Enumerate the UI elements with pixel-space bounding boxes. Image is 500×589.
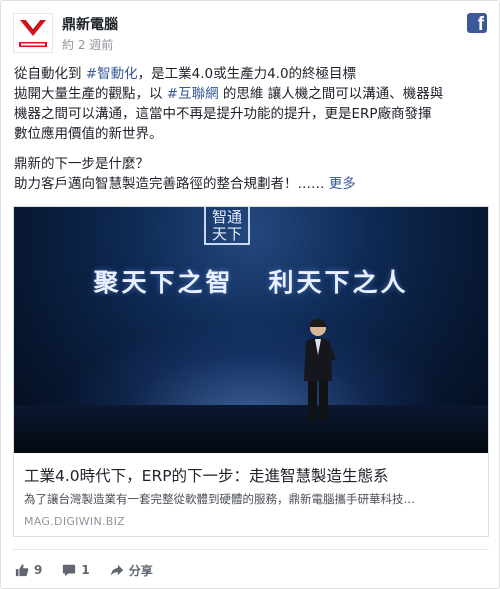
page-name[interactable]: 鼎新電腦	[62, 14, 118, 34]
post-footer: 9 1 分享	[15, 560, 173, 580]
like-count[interactable]: 9	[15, 563, 42, 577]
page-avatar[interactable]	[13, 13, 53, 53]
preview-title[interactable]: 工業4.0時代下，ERP的下一步：走進智慧製造生態系	[24, 464, 389, 486]
preview-image[interactable]: 智通天下 聚天下之智 利天下之人	[14, 207, 488, 453]
post-line: 從自動化到 #智動化，是工業4.0或生產力4.0的終極目標	[14, 66, 357, 82]
post-line: 數位應用價值的新世界。	[14, 126, 163, 142]
post-line: 拋開大量生產的觀點，以 #互聯網 的思維 讓人機之間可以溝通、機器與	[14, 86, 444, 102]
preview-domain: MAG.DIGIWIN.BIZ	[24, 515, 125, 528]
facebook-post-card: 鼎新電腦 約 2 週前 f 從自動化到 #智動化，是工業4.0或生產力4.0的終…	[0, 0, 500, 589]
facebook-icon[interactable]: f	[467, 13, 487, 35]
comment-count[interactable]: 1	[62, 563, 90, 577]
footer-divider	[13, 549, 489, 550]
preview-description: 為了讓台灣製造業有一套完整從軟體到硬體的服務，鼎新電腦攜手研華科技…	[24, 492, 415, 506]
see-more-link[interactable]: 更多	[329, 176, 356, 192]
hashtag-link[interactable]: #互聯網	[167, 86, 219, 102]
post-timestamp[interactable]: 約 2 週前	[62, 36, 113, 53]
event-badge: 智通天下	[204, 207, 250, 245]
post-line: 鼎新的下一步是什麼？	[14, 156, 149, 172]
speaker-figure	[304, 319, 336, 421]
thumbs-up-icon	[15, 564, 29, 577]
banner-slogan: 聚天下之智 利天下之人	[93, 268, 409, 297]
post-message: 從自動化到 #智動化，是工業4.0或生產力4.0的終極目標 拋開大量生產的觀點，…	[14, 64, 492, 194]
share-arrow-icon	[110, 564, 123, 576]
post-line: 助力客戶邁向智慧製造完善路徑的整合規劃者！…… 更多	[14, 176, 356, 192]
digiwin-logo-icon	[19, 19, 47, 47]
link-preview[interactable]: 智通天下 聚天下之智 利天下之人 工業4.0時代下，ERP的下一步：走進智慧製造…	[13, 206, 489, 537]
share-button[interactable]: 分享	[110, 562, 153, 579]
hashtag-link[interactable]: #智動化	[86, 66, 138, 82]
post-line: 機器之間可以溝通，這當中不再是提升功能的提升，更是ERP廠商發揮	[14, 106, 432, 122]
comment-icon	[63, 564, 76, 577]
